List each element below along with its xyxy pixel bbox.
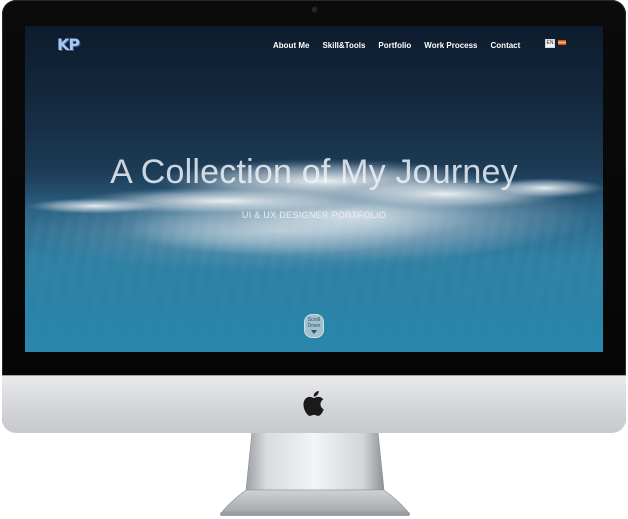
scroll-down-button[interactable]: Scroll Down (304, 314, 324, 338)
flag-en-icon[interactable]: EN (545, 39, 555, 48)
imac-mockup: KP About Me Skill&Tools Portfolio Work P… (0, 0, 628, 519)
monitor-stand (220, 432, 410, 516)
nav-work-process[interactable]: Work Process (424, 41, 477, 50)
apple-logo-icon (303, 390, 324, 416)
hero-title: A Collection of My Journey (110, 153, 518, 191)
site-logo[interactable]: KP (57, 35, 80, 54)
nav-about-me[interactable]: About Me (273, 41, 309, 50)
camera-icon (312, 7, 317, 12)
main-nav: About Me Skill&Tools Portfolio Work Proc… (273, 41, 533, 50)
flag-alt-icon[interactable] (558, 40, 566, 45)
hero-subtitle: UI & UX DESIGNER PORTFOLIO (241, 210, 387, 220)
nav-contact[interactable]: Contact (491, 41, 521, 50)
language-switcher: EN (545, 39, 566, 48)
nav-skill-tools[interactable]: Skill&Tools (322, 41, 365, 50)
website-screen: KP About Me Skill&Tools Portfolio Work P… (25, 26, 603, 352)
scroll-label-bottom: Down (307, 323, 321, 329)
nav-portfolio[interactable]: Portfolio (378, 41, 411, 50)
chevron-down-icon (311, 330, 317, 334)
